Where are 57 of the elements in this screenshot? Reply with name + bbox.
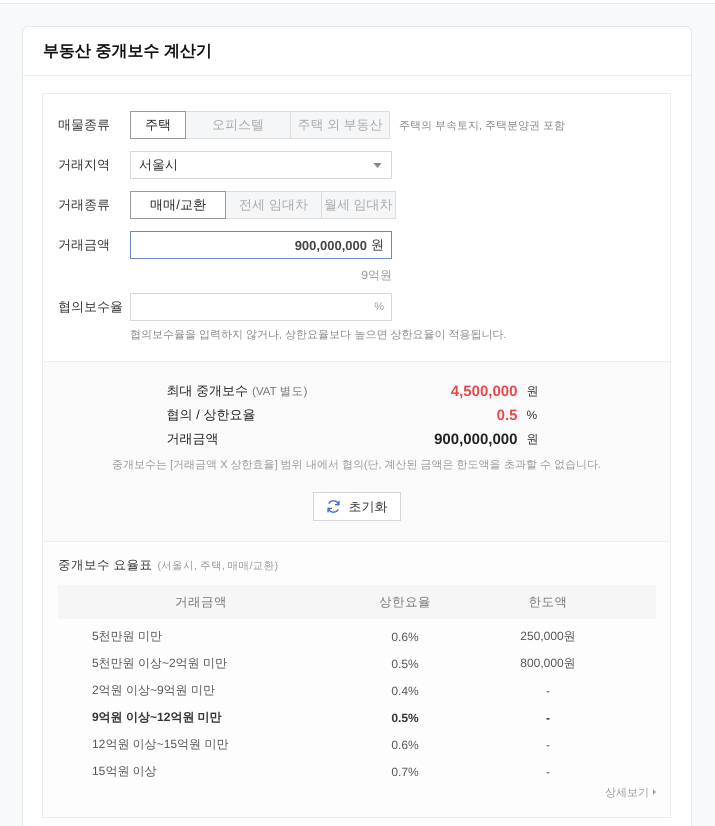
field-label: 매물종류 xyxy=(58,116,111,134)
table-subtitle: (서울시, 주택, 매매/교환) xyxy=(157,559,278,573)
property-type-note: 주택의 부속토지, 주택분양권 포함 xyxy=(399,118,566,132)
result-value: 0.5 xyxy=(496,406,518,424)
region-select[interactable]: 서울시 xyxy=(130,151,392,179)
reset-button[interactable]: 초기화 xyxy=(312,492,400,521)
property-type-tab[interactable]: 주택 xyxy=(130,111,186,139)
amount-in-words: 9억원 xyxy=(361,266,392,284)
table-title: 중개보수 요율표 xyxy=(58,557,152,574)
table-cell-text: 15억원 이상 xyxy=(91,763,158,780)
table-cell-text: - xyxy=(545,764,551,778)
result-note: 중개보수는 [거래금액 X 상한효율] 범위 내에서 협의(단, 계산된 금액은 한도액을 초과할 수 없습니다. xyxy=(111,458,602,473)
field-label: 협의보수율 xyxy=(58,298,124,316)
caret-icon xyxy=(653,789,656,795)
table-cell-text: 2억원 이상~9억원 미만 xyxy=(91,682,216,699)
table-cell-text: 250,000원 xyxy=(519,628,577,645)
table-cell-text: 5천만원 미만 xyxy=(91,628,164,645)
details-link[interactable]: 상세보기 xyxy=(605,785,656,799)
property-type-tab[interactable]: 오피스텔 xyxy=(185,111,291,139)
table-cell-text: - xyxy=(545,738,551,752)
field-label: 거래금액 xyxy=(58,236,111,254)
property-type-tab[interactable]: 주택 외 부동산 xyxy=(290,111,390,139)
result-unit: 원 xyxy=(526,382,540,400)
refresh-icon xyxy=(326,499,340,514)
result-label: 협의 / 상한요율 xyxy=(166,406,256,424)
result-label: 거래금액 xyxy=(166,430,218,448)
table-cell-text: 800,000원 xyxy=(519,655,577,672)
page-title: 부동산 중개보수 계산기 xyxy=(43,42,212,62)
field-label: 거래종류 xyxy=(58,196,111,214)
table-cell-text: 0.4% xyxy=(390,684,420,698)
caret-icon xyxy=(373,162,382,168)
table-cell-text: - xyxy=(545,710,551,724)
result-unit: % xyxy=(526,408,538,422)
table-cell-text: 9억원 이상~12억원 미만 xyxy=(91,709,223,726)
result-value: 4,500,000 xyxy=(450,382,518,400)
rate-hint: 협의보수율을 입력하지 않거나, 상한요율보다 높으면 상한요율이 적용됩니다. xyxy=(130,328,506,342)
table-cell-text: 0.6% xyxy=(390,738,420,752)
result-unit: 원 xyxy=(526,430,540,448)
result-label: 최대 중개보수 xyxy=(166,382,248,400)
column-header: 거래금액 xyxy=(174,594,228,610)
result-value: 900,000,000 xyxy=(434,430,518,448)
column-header: 한도액 xyxy=(528,594,568,610)
table-cell-text: 5천만원 이상~2억원 미만 xyxy=(91,655,228,672)
table-cell-text: 0.5% xyxy=(390,710,420,724)
table-cell-text: 12억원 이상~15억원 미만 xyxy=(91,736,230,753)
table-cell-text: 0.5% xyxy=(390,656,420,670)
deal-type-tab[interactable]: 매매/교환 xyxy=(130,191,226,219)
table-cell-text: 0.6% xyxy=(390,630,420,644)
table-cell-text: 0.7% xyxy=(390,764,420,778)
table-cell-text: - xyxy=(545,684,551,698)
field-label: 거래지역 xyxy=(58,156,111,174)
column-header: 상한요율 xyxy=(378,594,432,610)
result-sublabel: (VAT 별도) xyxy=(252,385,308,399)
deal-type-tab[interactable]: 월세 임대차 xyxy=(321,191,396,219)
amount-field[interactable]: 900,000,000 원 xyxy=(130,231,392,259)
deal-type-tab[interactable]: 전세 임대차 xyxy=(225,191,322,219)
rate-field[interactable]: % xyxy=(130,293,392,321)
